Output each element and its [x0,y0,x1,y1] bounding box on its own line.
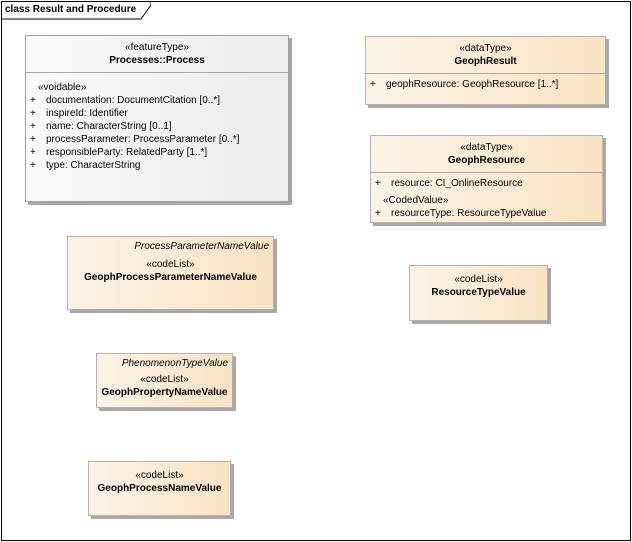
visibility-marker: + [30,134,36,145]
attribute-text: type: CharacterString [46,160,141,171]
class-geoph-resource[interactable]: «dataType» GeophResource + resource: CI_O… [370,135,603,223]
attribute-text: resourceType: ResourceTypeValue [391,208,547,219]
stereotype: «codeList» [135,470,184,481]
class-geoph-result[interactable]: «dataType» GeophResult + geophResource: G… [365,36,606,105]
attribute[interactable]: + resource: CI_OnlineResource [371,177,602,190]
class-name: GeophPropertyNameValue [101,387,228,398]
attribute-text: responsibleParty: RelatedParty [1..*] [46,147,208,158]
parent-class-name: PhenomenonTypeValue [121,358,228,369]
attribute-text: resource: CI_OnlineResource [391,178,523,189]
attribute-text: inspireId: Identifier [46,108,128,119]
attribute[interactable]: + processParameter: ProcessParameter [0..… [26,133,288,146]
stereotype: «dataType» [460,142,513,153]
class-header: PhenomenonTypeValue «codeList» GeophProp… [97,354,232,400]
stereotype-group: «CodedValue» [383,195,449,206]
stereotype: «dataType» [459,43,512,54]
class-resource-type-value[interactable]: «codeList» ResourceTypeValue [409,265,548,321]
visibility-marker: + [30,160,36,171]
attribute[interactable]: + inspireId: Identifier [26,107,288,120]
class-header: «featureType» Processes::Process [26,36,288,68]
attribute-compartment: + geophResource: GeophResource [1..*] [366,78,605,91]
class-name: GeophResult [454,56,517,67]
compartment-divider [371,172,602,173]
class-header: «codeList» GeophProcessNameValue [89,462,230,496]
stereotype: «codeList» [140,374,189,385]
visibility-marker: + [30,95,36,106]
class-name: GeophResource [447,155,526,166]
visibility-marker: + [30,147,36,158]
compartment-divider [366,73,605,74]
class-header: «dataType» GeophResult [366,37,605,69]
visibility-marker: + [370,79,376,90]
class-header: «dataType» GeophResource [371,136,602,168]
class-name: GeophProcessNameValue [97,483,222,494]
visibility-marker: + [30,108,36,119]
attribute-text: name: CharacterString [0..1] [46,121,172,132]
class-geoph-process-parameter-name-value[interactable]: ProcessParameterNameValue «codeList» Geo… [67,236,274,310]
visibility-marker: + [375,178,381,189]
class-geoph-property-name-value[interactable]: PhenomenonTypeValue «codeList» GeophProp… [96,353,233,408]
visibility-marker: + [375,208,381,219]
stereotype: «featureType» [125,42,189,53]
attribute-compartment: «voidable» + documentation: DocumentCitat… [26,81,288,172]
attribute[interactable]: + geophResource: GeophResource [1..*] [366,78,605,91]
class-process[interactable]: «featureType» Processes::Process «voidab… [25,35,289,202]
attribute-text: geophResource: GeophResource [1..*] [386,79,559,90]
class-geoph-process-name-value[interactable]: «codeList» GeophProcessNameValue [88,461,231,516]
attribute[interactable]: + resourceType: ResourceTypeValue [371,207,602,220]
stereotype: «codeList» [146,259,195,270]
parent-class-name: ProcessParameterNameValue [134,241,269,252]
attribute[interactable]: + name: CharacterString [0..1] [26,120,288,133]
class-name: GeophProcessParameterNameValue [84,272,257,283]
stereotype-group: «voidable» [38,82,87,93]
attribute[interactable]: + documentation: DocumentCitation [0..*] [26,94,288,107]
attribute-text: processParameter: ProcessParameter [0..*… [46,134,240,145]
visibility-marker: + [30,121,36,132]
attribute[interactable]: + responsibleParty: RelatedParty [1..*] [26,146,288,159]
attribute[interactable]: + type: CharacterString [26,159,288,172]
attribute-compartment: + resource: CI_OnlineResource «CodedValue… [371,177,602,220]
frame-title: class Result and Procedure [5,4,137,15]
class-header: «codeList» ResourceTypeValue [410,266,547,300]
attribute-text: documentation: DocumentCitation [0..*] [46,95,220,106]
compartment-divider [26,72,288,73]
class-name: Processes::Process [109,55,205,66]
class-header: ProcessParameterNameValue «codeList» Geo… [68,237,273,285]
stereotype: «codeList» [454,274,503,285]
class-name: ResourceTypeValue [431,287,526,298]
